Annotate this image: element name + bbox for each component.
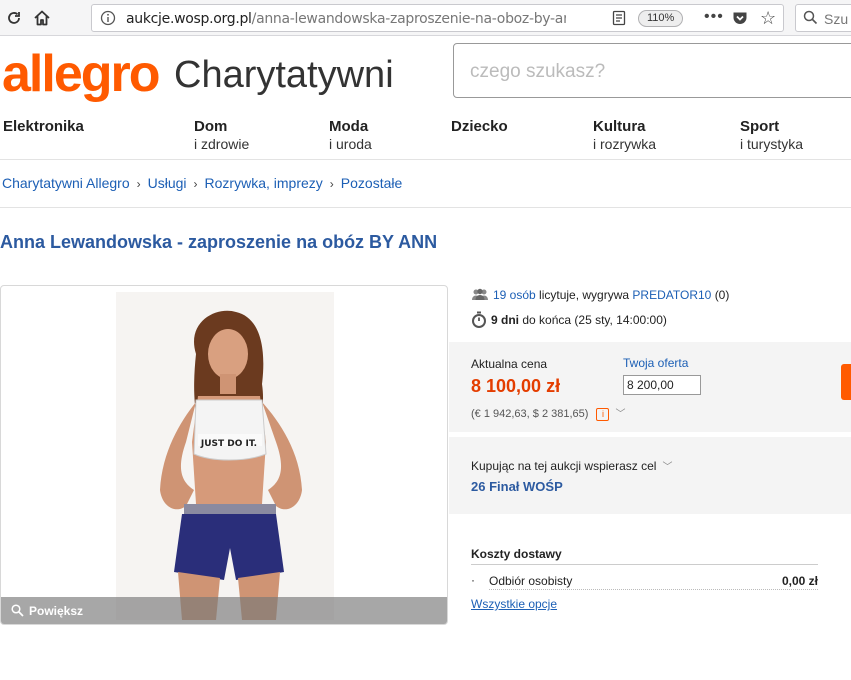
category-label: Moda [329, 118, 369, 135]
bookmark-star-icon[interactable]: ☆ [760, 8, 776, 29]
shipping-dotted-line [489, 589, 818, 590]
cause-value: 26 Finał WOŚP [471, 479, 563, 494]
category-sublabel: i zdrowie [194, 136, 250, 152]
category-electronics[interactable]: Elektronika [3, 118, 84, 136]
shipping-option-cost: 0,00 zł [781, 574, 818, 588]
shipping-title: Koszty dostawy [471, 547, 562, 561]
shipping-divider [471, 564, 818, 565]
time-text: do końca (25 sty, 14:00:00) [522, 313, 667, 328]
cause-label: Kupując na tej aukcji wspierasz cel ﹀ [471, 458, 672, 473]
offer-input[interactable] [623, 375, 701, 395]
header-divider [0, 207, 851, 208]
current-price-label: Aktualna cena [471, 357, 548, 371]
browser-search-input[interactable]: Szu [795, 4, 851, 32]
category-child[interactable]: Dziecko [451, 118, 508, 136]
category-label: Kultura [593, 118, 646, 135]
site-info-icon[interactable] [100, 10, 116, 31]
category-sport[interactable]: Sport i turystyka [740, 118, 803, 152]
url-path: /anna-lewandowska-zaproszenie-na-oboz-by… [251, 11, 566, 27]
category-culture[interactable]: Kultura i rozrywka [593, 118, 656, 152]
category-fashion[interactable]: Moda i uroda [329, 118, 372, 152]
zoom-level[interactable]: 110% [638, 10, 684, 27]
breadcrumb-link[interactable]: Charytatywni Allegro [2, 175, 130, 191]
cause-label-text: Kupując na tej aukcji wspierasz cel [471, 459, 657, 473]
people-icon [471, 288, 489, 303]
page-actions-icon[interactable]: ••• [704, 8, 724, 26]
bidders-info: 19 osób licytuje, wygrywa PREDATOR10 (0) [471, 288, 729, 303]
price-conversion-text: (€ 1 942,63, $ 2 381,65) [471, 408, 589, 420]
product-image-panel[interactable]: JUST DO IT. Powiększ [0, 285, 448, 625]
days-left: 9 dni [491, 313, 520, 328]
category-sublabel: i uroda [329, 136, 372, 152]
breadcrumb-link[interactable]: Rozrywka, imprezy [205, 175, 323, 191]
cause-box: Kupując na tej aukcji wspierasz cel ﹀ 26 … [449, 437, 851, 514]
zoom-label: Powiększ [29, 604, 84, 618]
bid-button[interactable] [841, 364, 851, 400]
chevron-down-icon[interactable]: ﹀ [662, 462, 672, 473]
product-photo[interactable]: JUST DO IT. [116, 292, 334, 620]
category-nav: Elektronika Dom i zdrowie Moda i uroda Dzi… [0, 118, 851, 160]
category-home[interactable]: Dom i zdrowie [194, 118, 249, 152]
winner-link[interactable]: PREDATOR10 [632, 288, 711, 302]
logo-subtitle: Charytatywni [174, 54, 394, 96]
zoom-bar[interactable]: Powiększ [1, 597, 447, 624]
browser-search-placeholder: Szu [824, 11, 849, 27]
url-bar[interactable]: aukcje.wosp.org.pl/anna-lewandowska-zapr… [91, 4, 784, 32]
search-icon [803, 10, 818, 30]
magnifier-icon [11, 604, 24, 620]
price-box: Aktualna cena 8 100,00 zł (€ 1 942,63, $… [449, 342, 851, 432]
category-sublabel: i turystyka [740, 136, 804, 152]
breadcrumb-separator-icon: › [136, 177, 141, 191]
category-sublabel: i rozrywka [593, 136, 657, 152]
time-left: 9 dni do końca (25 sty, 14:00:00) [471, 311, 667, 331]
reader-view-icon[interactable] [611, 10, 627, 31]
browser-toolbar: aukcje.wosp.org.pl/anna-lewandowska-zapr… [0, 0, 851, 36]
breadcrumb: Charytatywni Allegro › Usługi › Rozrywka, im… [2, 175, 402, 191]
pocket-icon[interactable] [732, 10, 748, 31]
category-label: Elektronika [3, 118, 84, 135]
breadcrumb-separator-icon: › [193, 177, 198, 191]
site-search-placeholder: czego szukasz? [470, 61, 606, 82]
price-conversion: (€ 1 942,63, $ 2 381,65) i ﹀ [471, 405, 625, 421]
reload-icon[interactable] [2, 6, 26, 30]
allegro-logo[interactable]: allegro [2, 44, 160, 104]
winner-score: (0) [714, 288, 730, 302]
shipping-all-options-link[interactable]: Wszystkie opcje [471, 597, 557, 611]
category-label: Sport [740, 118, 780, 135]
stopwatch-icon [471, 311, 487, 331]
page-title: Anna Lewandowska - zaproszenie na obóz B… [0, 232, 438, 252]
breadcrumb-separator-icon: › [329, 177, 334, 191]
chevron-down-icon[interactable]: ﹀ [615, 409, 625, 420]
current-price: 8 100,00 zł [471, 376, 561, 396]
breadcrumb-link[interactable]: Usługi [148, 175, 187, 191]
url-host: aukcje.wosp.org.pl [126, 11, 252, 27]
bullet-icon: · [471, 573, 475, 587]
shipping-option-name: Odbiór osobisty [489, 574, 573, 588]
url-text: aukcje.wosp.org.pl/anna-lewandowska-zapr… [126, 11, 566, 27]
category-label: Dom [194, 118, 228, 135]
info-icon[interactable]: i [596, 407, 610, 421]
site-search-input[interactable]: czego szukasz? [453, 43, 851, 98]
home-icon[interactable] [30, 6, 54, 30]
breadcrumb-link[interactable]: Pozostałe [341, 175, 402, 191]
offer-label: Twoja oferta [623, 356, 689, 370]
bidders-count-link[interactable]: 19 osób [493, 288, 536, 302]
bidders-text: licytuje, wygrywa [539, 288, 630, 302]
shirt-logo-text: JUST DO IT. [200, 439, 257, 449]
category-label: Dziecko [451, 118, 508, 135]
